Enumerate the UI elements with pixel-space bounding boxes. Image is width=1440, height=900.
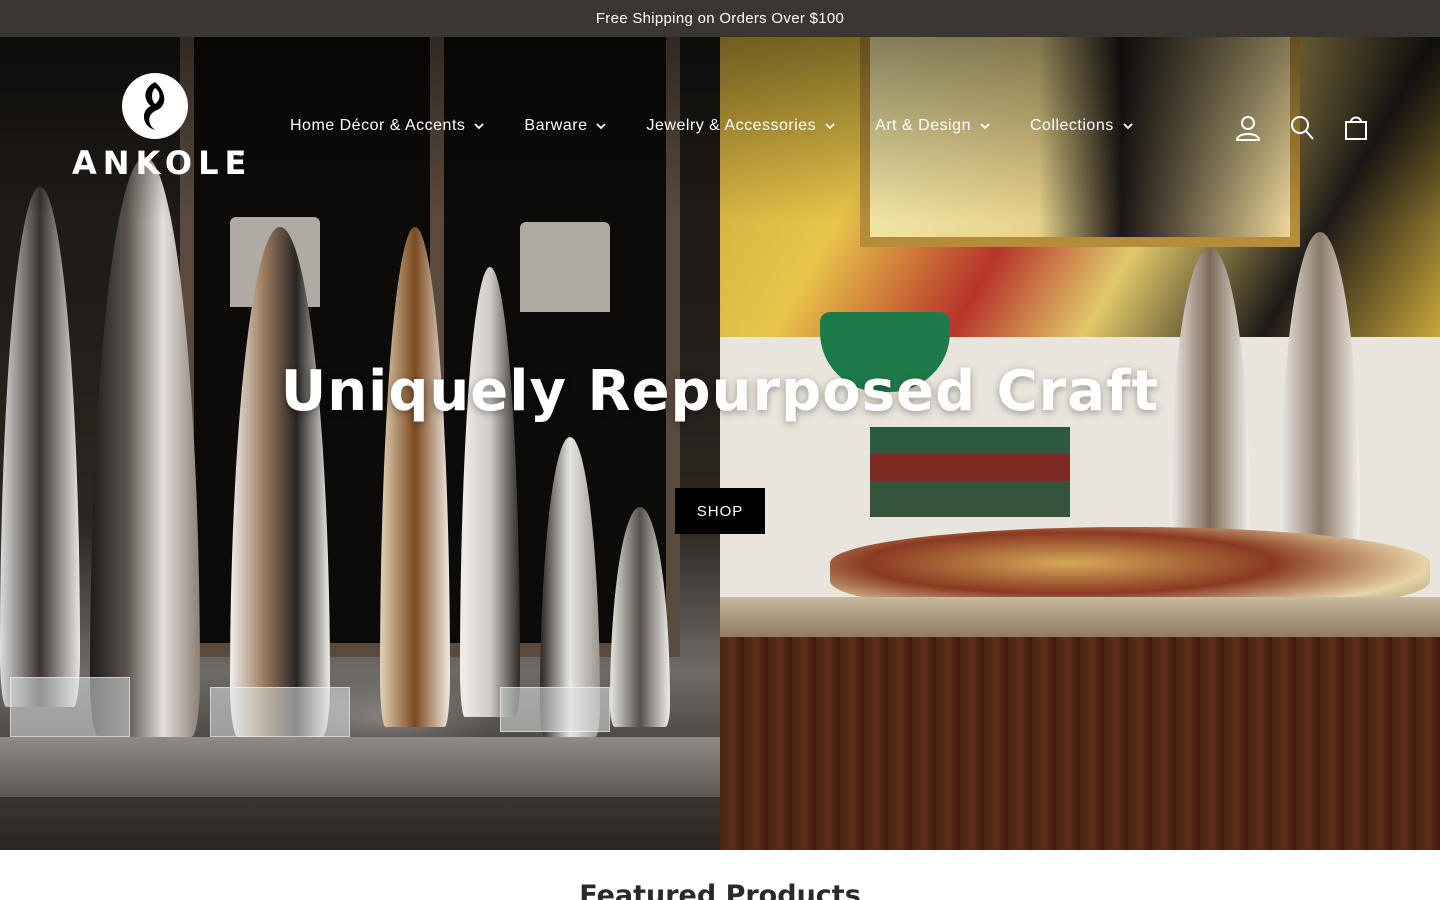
chevron-down-icon bbox=[1123, 122, 1133, 129]
brand-name: ANKOLE bbox=[72, 144, 253, 182]
table-top bbox=[720, 597, 1440, 637]
lamp-shade bbox=[520, 222, 610, 312]
book-stack bbox=[870, 427, 1070, 517]
nav-item-jewelry[interactable]: Jewelry & Accessories bbox=[646, 117, 835, 135]
featured-products-heading: Featured Products bbox=[579, 880, 861, 900]
nav-item-art-design[interactable]: Art & Design bbox=[875, 117, 990, 135]
announcement-bar: Free Shipping on Orders Over $100 bbox=[0, 0, 1440, 37]
chevron-down-icon bbox=[825, 122, 835, 129]
hero-title: Uniquely Repurposed Craft bbox=[280, 359, 1160, 424]
nav-item-barware[interactable]: Barware bbox=[524, 117, 607, 135]
search-icon[interactable] bbox=[1290, 115, 1314, 141]
account-icon[interactable] bbox=[1236, 115, 1260, 141]
stone-ledge bbox=[0, 737, 720, 797]
logo-mark-icon bbox=[122, 73, 188, 139]
site-header: ANKOLE ™ Home Décor & Accents Barware Je… bbox=[0, 37, 1440, 222]
shop-button[interactable]: SHOP bbox=[675, 488, 765, 534]
table-body bbox=[720, 637, 1440, 850]
nav-item-home-decor[interactable]: Home Décor & Accents bbox=[290, 117, 485, 135]
acrylic-base bbox=[210, 687, 350, 737]
chevron-down-icon bbox=[980, 122, 990, 129]
chevron-down-icon bbox=[596, 122, 607, 129]
header-icons bbox=[1236, 115, 1368, 141]
brand-logo[interactable]: ANKOLE ™ bbox=[72, 72, 252, 187]
announcement-text: Free Shipping on Orders Over $100 bbox=[595, 10, 845, 27]
nav-item-label: Home Décor & Accents bbox=[290, 117, 466, 134]
acrylic-base bbox=[10, 677, 130, 737]
nav-item-label: Barware bbox=[524, 117, 588, 134]
cart-icon[interactable] bbox=[1344, 115, 1368, 141]
chevron-down-icon bbox=[474, 122, 485, 129]
horn-sculpture bbox=[0, 187, 80, 707]
nav-item-label: Jewelry & Accessories bbox=[646, 117, 817, 134]
nav-item-collections[interactable]: Collections bbox=[1030, 117, 1133, 135]
main-nav: Home Décor & Accents Barware Jewelry & A… bbox=[290, 117, 1133, 135]
acrylic-base bbox=[500, 687, 610, 732]
nav-item-label: Collections bbox=[1029, 117, 1114, 134]
nav-item-label: Art & Design bbox=[875, 117, 971, 134]
trademark: ™ bbox=[237, 154, 243, 160]
